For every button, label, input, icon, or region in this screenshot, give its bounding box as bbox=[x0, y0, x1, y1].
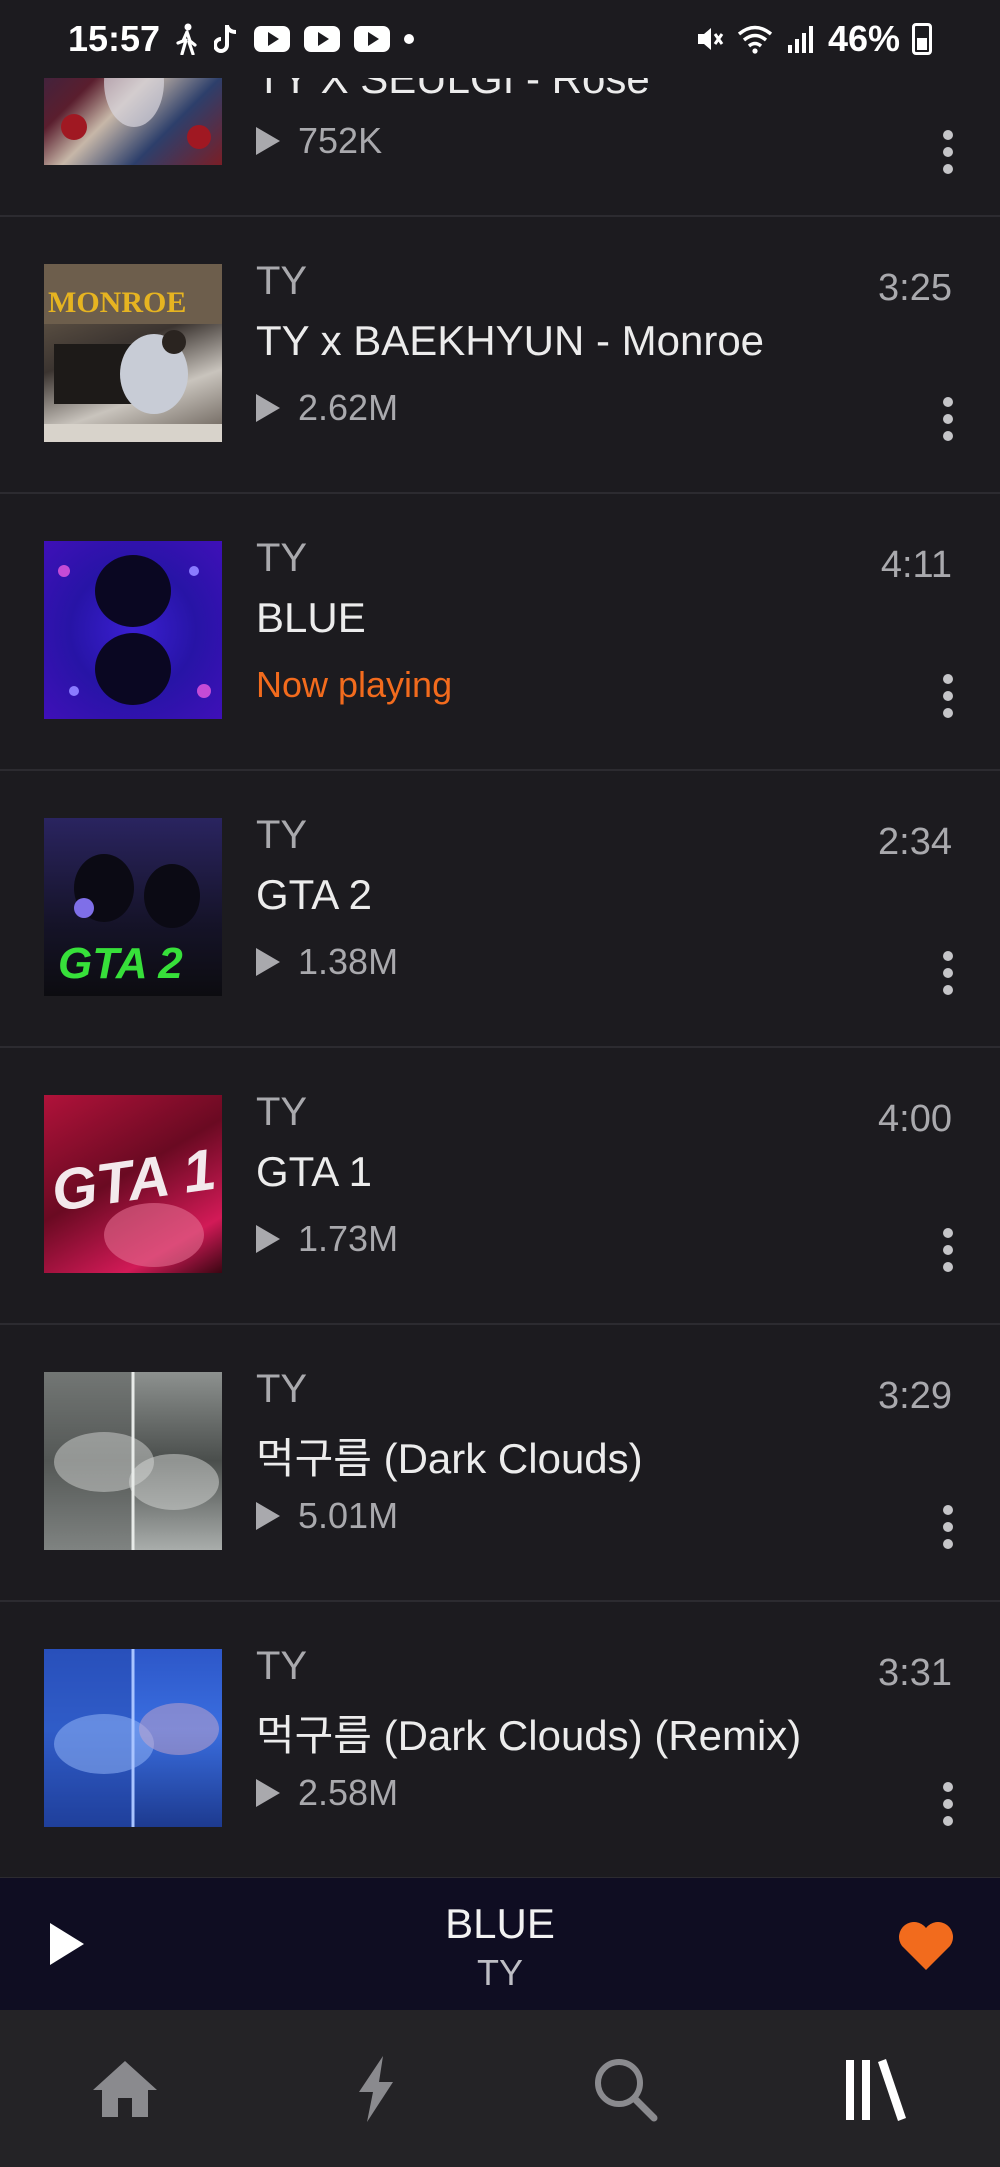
track-title: GTA 1 bbox=[256, 1148, 372, 1195]
track-row[interactable]: TY 먹구름 (Dark Clouds) (Remix) 2.58M 3:31 bbox=[0, 1602, 1000, 1879]
tiktok-icon bbox=[214, 23, 240, 55]
track-title: 먹구름 (Dark Clouds) bbox=[256, 1435, 643, 1482]
bottom-nav bbox=[0, 2010, 1000, 2167]
more-options-icon[interactable] bbox=[940, 1782, 956, 1826]
more-options-icon[interactable] bbox=[940, 130, 956, 174]
youtube-icon bbox=[354, 26, 391, 52]
mini-player-artist: TY bbox=[476, 1952, 523, 1993]
play-count: 5.01M bbox=[298, 1495, 399, 1536]
track-plays: 1.73M bbox=[256, 1218, 398, 1260]
track-duration: 3:31 bbox=[878, 1652, 952, 1694]
play-count: 1.73M bbox=[298, 1218, 399, 1259]
play-count-icon bbox=[256, 394, 280, 422]
track-row[interactable]: MONROE TY TY x BAEKHYUN - Monroe 2.62M 3… bbox=[0, 217, 1000, 494]
track-row[interactable]: GTA 2 TY GTA 2 1.38M 2:34 bbox=[0, 771, 1000, 1048]
track-duration: 3:29 bbox=[878, 1375, 952, 1417]
svg-text:GTA 1: GTA 1 bbox=[48, 1137, 220, 1224]
nav-search[interactable] bbox=[565, 2039, 685, 2139]
battery-percent: 46% bbox=[827, 18, 900, 59]
album-art[interactable] bbox=[44, 1372, 222, 1550]
like-heart-icon[interactable] bbox=[896, 1920, 956, 1972]
nav-library[interactable] bbox=[815, 2039, 935, 2139]
track-plays: 5.01M bbox=[256, 1495, 398, 1537]
mini-player-title: BLUE bbox=[445, 1900, 555, 1947]
track-artist: TY bbox=[256, 1644, 308, 1688]
play-count-icon bbox=[256, 1779, 280, 1807]
album-art[interactable] bbox=[44, 541, 222, 719]
track-duration: 4:00 bbox=[878, 1098, 952, 1140]
track-artist: TY bbox=[256, 1367, 308, 1411]
youtube-icon bbox=[254, 26, 291, 52]
youtube-icon bbox=[304, 26, 341, 52]
album-art[interactable]: GTA 1 bbox=[44, 1095, 222, 1273]
more-options-icon[interactable] bbox=[940, 1228, 956, 1272]
status-right: 46% bbox=[694, 18, 932, 60]
battery-icon bbox=[912, 23, 932, 55]
track-row[interactable]: TY BLUE Now playing 4:11 bbox=[0, 494, 1000, 771]
more-options-icon[interactable] bbox=[940, 674, 956, 718]
more-options-icon[interactable] bbox=[940, 951, 956, 995]
status-left: 15:57 bbox=[68, 18, 415, 60]
nav-stream[interactable] bbox=[315, 2039, 435, 2139]
album-art[interactable]: GTA 2 bbox=[44, 818, 222, 996]
svg-text:MONROE: MONROE bbox=[48, 286, 186, 319]
home-icon bbox=[93, 2060, 157, 2117]
album-art[interactable] bbox=[44, 1649, 222, 1827]
more-options-icon[interactable] bbox=[940, 397, 956, 441]
play-count-icon bbox=[256, 948, 280, 976]
notification-dot-icon bbox=[404, 34, 415, 44]
now-playing-label: Now playing bbox=[256, 664, 453, 705]
track-duration: 2:34 bbox=[878, 821, 952, 863]
play-count-icon bbox=[256, 1502, 280, 1530]
track-artist: TY bbox=[256, 259, 308, 303]
play-count-icon bbox=[256, 127, 280, 155]
track-row[interactable]: TY 먹구름 (Dark Clouds) 5.01M 3:29 bbox=[0, 1325, 1000, 1602]
track-title: 먹구름 (Dark Clouds) (Remix) bbox=[256, 1712, 802, 1759]
play-count: 2.62M bbox=[298, 387, 399, 428]
track-duration: 3:25 bbox=[878, 267, 952, 309]
play-count: 1.38M bbox=[298, 941, 399, 982]
walking-icon bbox=[174, 23, 200, 55]
track-duration: 4:11 bbox=[880, 544, 952, 586]
wifi-icon bbox=[736, 23, 774, 55]
signal-icon bbox=[786, 23, 816, 55]
track-title: TY x BAEKHYUN - Monroe bbox=[256, 317, 765, 364]
stream-icon bbox=[359, 2055, 393, 2122]
track-plays: 2.58M bbox=[256, 1772, 398, 1814]
nav-home[interactable] bbox=[65, 2039, 185, 2139]
play-count: 752K bbox=[298, 120, 383, 161]
track-title: BLUE bbox=[256, 594, 366, 641]
track-artist: TY bbox=[256, 813, 308, 857]
status-bar: 15:57 46% bbox=[0, 0, 1000, 78]
play-count-icon bbox=[256, 1225, 280, 1253]
album-art[interactable]: MONROE bbox=[44, 264, 222, 442]
track-row[interactable]: GTA 1 TY GTA 1 1.73M 4:00 bbox=[0, 1048, 1000, 1325]
track-artist: TY bbox=[256, 1090, 308, 1134]
library-icon bbox=[846, 2058, 906, 2121]
mute-icon bbox=[694, 23, 724, 55]
more-options-icon[interactable] bbox=[940, 1505, 956, 1549]
search-icon bbox=[595, 2058, 658, 2121]
track-plays: 2.62M bbox=[256, 387, 398, 429]
track-plays: 1.38M bbox=[256, 941, 398, 983]
track-title: GTA 2 bbox=[256, 871, 372, 918]
track-plays: 752K bbox=[256, 120, 382, 162]
clock: 15:57 bbox=[68, 18, 161, 59]
svg-text:GTA 2: GTA 2 bbox=[58, 939, 183, 988]
play-count: 2.58M bbox=[298, 1772, 399, 1813]
mini-player[interactable]: BLUE TY bbox=[0, 1878, 1000, 2010]
track-artist: TY bbox=[256, 536, 308, 580]
